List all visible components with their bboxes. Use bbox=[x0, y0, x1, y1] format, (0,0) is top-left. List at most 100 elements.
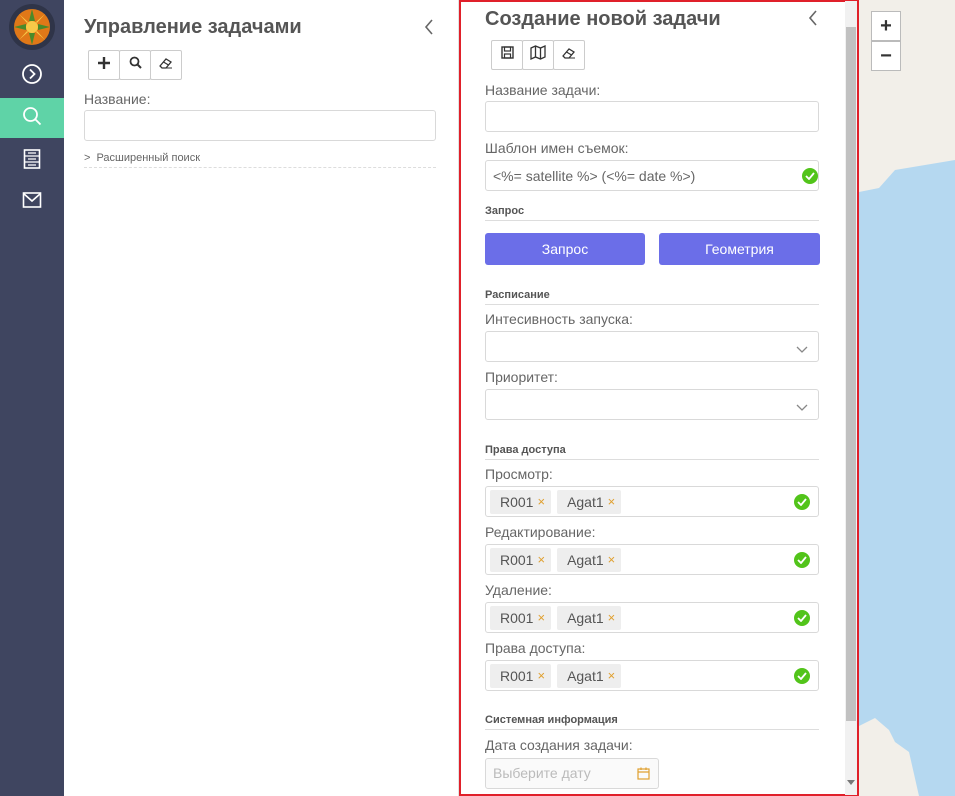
task-management-panel: Управление задачами Название: > Расширенн… bbox=[64, 0, 459, 796]
task-toolbar bbox=[88, 50, 182, 80]
delete-access-label: Удаление: bbox=[485, 582, 552, 598]
save-icon bbox=[500, 46, 514, 64]
map-view[interactable]: + − bbox=[859, 0, 955, 796]
tag-label: R001 bbox=[500, 493, 534, 510]
remove-tag-icon[interactable]: × bbox=[608, 610, 616, 625]
template-label: Шаблон имен съемок: bbox=[485, 140, 629, 156]
advanced-search-label: Расширенный поиск bbox=[96, 152, 201, 164]
edit-access-label: Редактирование: bbox=[485, 524, 596, 540]
plus-icon bbox=[98, 56, 110, 74]
name-label: Название: bbox=[84, 91, 151, 107]
valid-check-icon bbox=[794, 610, 810, 626]
create-panel-scrollbar[interactable] bbox=[845, 1, 857, 795]
clear-filter-button[interactable] bbox=[150, 50, 182, 80]
schedule-section-title: Расписание bbox=[485, 289, 819, 305]
priority-label: Приоритет: bbox=[485, 369, 558, 385]
template-input[interactable] bbox=[485, 160, 819, 191]
remove-tag-icon[interactable]: × bbox=[608, 552, 616, 567]
valid-check-icon bbox=[802, 168, 818, 184]
created-date-picker[interactable]: Выберите дату bbox=[485, 758, 659, 789]
search-icon bbox=[129, 56, 142, 74]
page-title: Управление задачами bbox=[84, 16, 302, 38]
sidebar bbox=[0, 0, 64, 796]
rights-access-label: Права доступа: bbox=[485, 640, 586, 656]
task-name-input[interactable] bbox=[485, 101, 819, 132]
view-access-select[interactable]: R001 × Agat1 × bbox=[485, 486, 819, 517]
delete-access-select[interactable]: R001 × Agat1 × bbox=[485, 602, 819, 633]
remove-tag-icon[interactable]: × bbox=[537, 668, 545, 683]
calendar-icon bbox=[637, 767, 650, 783]
rights-access-select[interactable]: R001 × Agat1 × bbox=[485, 660, 819, 691]
tag: Agat1 × bbox=[557, 489, 622, 514]
name-search-input[interactable] bbox=[84, 110, 436, 141]
sidebar-item-navigate[interactable] bbox=[0, 56, 64, 96]
tag: R001 × bbox=[490, 663, 552, 688]
chevron-left-icon bbox=[424, 18, 434, 41]
map-water bbox=[859, 160, 955, 796]
map-icon bbox=[530, 44, 546, 65]
tag-label: R001 bbox=[500, 667, 534, 684]
list-icon bbox=[22, 148, 42, 175]
zoom-in-button[interactable]: + bbox=[871, 11, 901, 41]
chevron-down-icon bbox=[796, 399, 808, 417]
chevron-down-icon bbox=[796, 341, 808, 359]
priority-select[interactable] bbox=[485, 389, 819, 420]
search-icon bbox=[21, 105, 43, 132]
valid-check-icon bbox=[794, 668, 810, 684]
geometry-button[interactable]: Геометрия bbox=[659, 233, 820, 265]
app-logo[interactable] bbox=[9, 4, 55, 50]
intensity-select[interactable] bbox=[485, 331, 819, 362]
zoom-out-button[interactable]: − bbox=[871, 41, 901, 71]
request-button[interactable]: Запрос bbox=[485, 233, 645, 265]
clear-form-button[interactable] bbox=[553, 40, 585, 70]
valid-check-icon bbox=[794, 494, 810, 510]
save-button[interactable] bbox=[491, 40, 523, 70]
create-task-panel: Создание новой задачи Название задачи: Ш… bbox=[459, 0, 859, 796]
map-button[interactable] bbox=[522, 40, 554, 70]
view-access-label: Просмотр: bbox=[485, 466, 553, 482]
create-task-title: Создание новой задачи bbox=[485, 8, 721, 30]
scroll-down-arrow-icon[interactable] bbox=[847, 773, 855, 791]
tag: Agat1 × bbox=[557, 663, 622, 688]
remove-tag-icon[interactable]: × bbox=[608, 494, 616, 509]
create-task-toolbar bbox=[491, 40, 585, 70]
tag: Agat1 × bbox=[557, 547, 622, 572]
access-section-title: Права доступа bbox=[485, 444, 819, 460]
scrollbar-thumb[interactable] bbox=[846, 27, 856, 721]
remove-tag-icon[interactable]: × bbox=[537, 552, 545, 567]
tag-label: Agat1 bbox=[567, 667, 604, 684]
chevron-right-circle-icon bbox=[21, 63, 43, 90]
tag-label: Agat1 bbox=[567, 609, 604, 626]
mail-icon bbox=[22, 191, 42, 214]
chevron-left-icon bbox=[808, 9, 818, 32]
task-name-label: Название задачи: bbox=[485, 82, 601, 98]
collapse-panel-button[interactable] bbox=[419, 17, 439, 41]
sidebar-item-mail[interactable] bbox=[0, 182, 64, 222]
tag: R001 × bbox=[490, 547, 552, 572]
remove-tag-icon[interactable]: × bbox=[537, 610, 545, 625]
eraser-icon bbox=[159, 56, 173, 74]
tag-label: Agat1 bbox=[567, 493, 604, 510]
date-placeholder: Выберите дату bbox=[493, 765, 591, 781]
add-task-button[interactable] bbox=[88, 50, 120, 80]
valid-check-icon bbox=[794, 552, 810, 568]
search-task-button[interactable] bbox=[119, 50, 151, 80]
request-section-title: Запрос bbox=[485, 205, 819, 221]
advanced-search-toggle[interactable]: > Расширенный поиск bbox=[84, 152, 436, 168]
created-date-label: Дата создания задачи: bbox=[485, 737, 633, 753]
remove-tag-icon[interactable]: × bbox=[537, 494, 545, 509]
tag: R001 × bbox=[490, 605, 552, 630]
tag-label: R001 bbox=[500, 551, 534, 568]
remove-tag-icon[interactable]: × bbox=[608, 668, 616, 683]
tag-label: Agat1 bbox=[567, 551, 604, 568]
edit-access-select[interactable]: R001 × Agat1 × bbox=[485, 544, 819, 575]
collapse-create-panel-button[interactable] bbox=[803, 8, 823, 32]
eraser-icon bbox=[562, 46, 576, 64]
tag-label: R001 bbox=[500, 609, 534, 626]
sidebar-item-list[interactable] bbox=[0, 141, 64, 181]
chevron-right-icon: > bbox=[84, 152, 91, 164]
intensity-label: Интесивность запуска: bbox=[485, 311, 633, 327]
tag: Agat1 × bbox=[557, 605, 622, 630]
tag: R001 × bbox=[490, 489, 552, 514]
sidebar-item-search[interactable] bbox=[0, 98, 64, 138]
